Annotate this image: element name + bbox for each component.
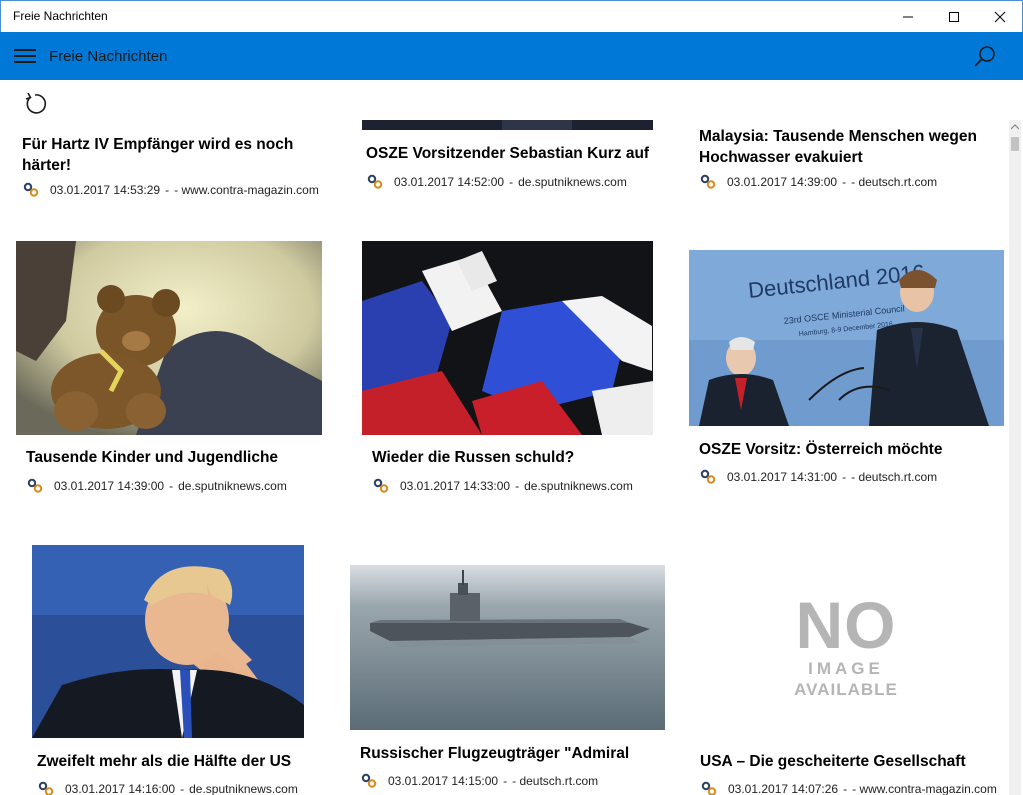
maximize-button[interactable] [931,1,977,32]
meta-separator: - [180,782,185,795]
article-image [362,120,653,130]
article-source: - www.contra-magazin.com [852,782,997,795]
no-image-line3: AVAILABLE [794,680,898,699]
gear-icon [373,478,389,493]
search-icon [974,46,995,67]
article-image-aircraft-carrier [350,565,665,730]
article-title: OSZE Vorsitz: Österreich möchte [699,441,943,458]
gear-icon [38,781,54,795]
no-image-line1: NO [795,588,897,662]
close-icon [994,11,1006,22]
article-title-line2: Hochwasser evakuiert [699,149,863,166]
meta-separator: - [515,479,520,493]
article-source: - www.contra-magazin.com [174,183,319,197]
article-title: Zweifelt mehr als die Hälfte der US [37,753,292,770]
meta-separator: - [509,175,514,189]
no-image-placeholder: NO IMAGE AVAILABLE [776,592,916,700]
article-title: Wieder die Russen schuld? [372,449,575,466]
window-title: Freie Nachrichten [13,9,108,23]
gear-icon [700,174,716,189]
gear-icon [701,781,717,795]
scroll-thumb[interactable] [1011,137,1019,151]
refresh-button[interactable] [23,92,47,116]
article-source: de.sputniknews.com [189,782,298,795]
article-meta: 03.01.2017 14:33:00 - de.sputniknews.com [372,478,633,494]
app-title: Freie Nachrichten [49,48,168,65]
minimize-button[interactable] [885,1,931,32]
meta-separator: - [842,175,847,189]
meta-separator: - [169,479,174,493]
article-source: - deutsch.rt.com [512,774,599,788]
article-title: Tausende Kinder und Jugendliche [26,449,279,466]
article-date: 03.01.2017 14:15:00 [388,774,499,788]
article-meta: 03.01.2017 14:16:00 - de.sputniknews.com [37,781,298,795]
meta-separator: - [843,782,848,795]
article-date: 03.01.2017 14:52:00 [394,175,505,189]
search-button[interactable] [972,44,998,70]
article-source: - deutsch.rt.com [851,470,938,484]
article-image-politician [32,545,304,738]
article-meta: 03.01.2017 14:53:29 - - www.contra-magaz… [22,182,319,198]
article-meta: 03.01.2017 14:15:00 - - deutsch.rt.com [360,773,598,789]
article-meta: 03.01.2017 14:39:00 - de.sputniknews.com [26,478,287,494]
article-title: OSZE Vorsitzender Sebastian Kurz auf [366,145,650,162]
hamburger-icon[interactable] [14,49,36,63]
article-title-line2: härter! [22,157,72,174]
minimize-icon [903,16,913,17]
article-date: 03.01.2017 14:07:26 [728,782,839,795]
meta-separator: - [842,470,847,484]
refresh-icon [25,92,47,114]
article-source: - deutsch.rt.com [851,175,938,189]
article-meta: 03.01.2017 14:07:26 - - www.contra-magaz… [700,781,997,795]
article-image-osce-conference: Deutschland 2016 23rd OSCE Ministerial C… [689,250,1004,426]
article-title: Für Hartz IV Empfänger wird es noch [22,136,294,153]
article-image-teddy-bear [16,241,322,435]
chevron-up-icon [1011,124,1019,130]
article-image-gloves [362,241,653,435]
gear-icon [361,773,377,788]
maximize-icon [949,11,959,22]
article-source: de.sputniknews.com [178,479,287,493]
article-title: Russischer Flugzeugträger "Admiral [360,745,630,762]
close-button[interactable] [977,1,1023,32]
scroll-up-button[interactable] [1009,120,1021,134]
article-date: 03.01.2017 14:39:00 [727,175,838,189]
article-date: 03.01.2017 14:39:00 [54,479,165,493]
article-title: USA – Die gescheiterte Gesellschaft [700,753,966,770]
article-title: Malaysia: Tausende Menschen wegen [699,128,977,145]
gear-icon [27,478,43,493]
article-date: 03.01.2017 14:16:00 [65,782,176,795]
article-date: 03.01.2017 14:33:00 [400,479,511,493]
gear-icon [700,469,716,484]
meta-separator: - [503,774,508,788]
article-date: 03.01.2017 14:31:00 [727,470,838,484]
app-bar: Freie Nachrichten [0,32,1023,80]
vertical-scrollbar[interactable] [1009,120,1021,795]
article-meta: 03.01.2017 14:39:00 - - deutsch.rt.com [699,174,937,190]
gear-icon [23,182,39,197]
article-source: de.sputniknews.com [524,479,633,493]
window-title-bar: Freie Nachrichten [0,0,1023,32]
article-meta: 03.01.2017 14:52:00 - de.sputniknews.com [366,174,627,190]
article-date: 03.01.2017 14:53:29 [50,183,161,197]
article-meta: 03.01.2017 14:31:00 - - deutsch.rt.com [699,469,937,485]
gear-icon [367,174,383,189]
meta-separator: - [165,183,170,197]
article-source: de.sputniknews.com [518,175,627,189]
news-grid: Für Hartz IV Empfänger wird es noch härt… [1,80,1022,795]
